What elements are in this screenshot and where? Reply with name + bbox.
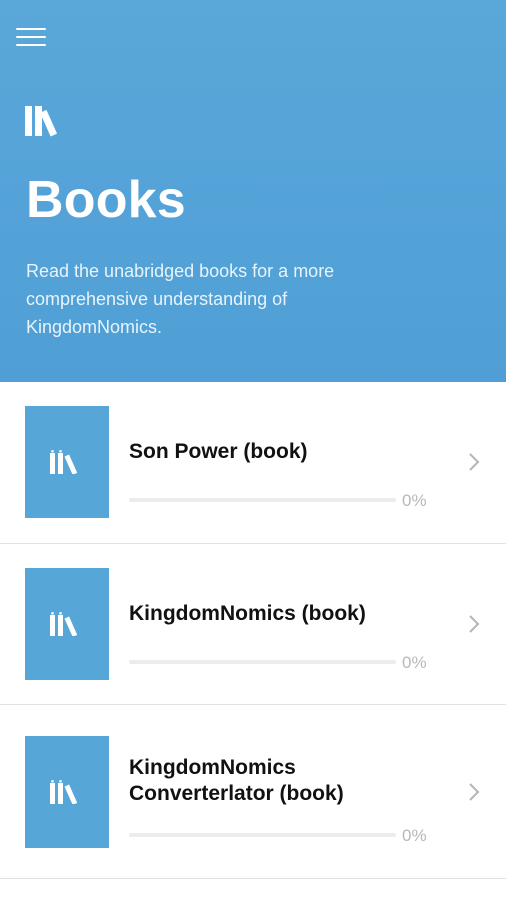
header-banner: Books Read the unabridged books for a mo… (0, 0, 506, 382)
books-icon (25, 106, 58, 137)
progress-label: 0% (402, 653, 427, 672)
books-icon (50, 612, 78, 636)
book-list-item[interactable]: KingdomNomics Converterlator (book) 0% (0, 705, 506, 879)
page-description: Read the unabridged books for a more com… (26, 261, 335, 337)
book-cover (25, 736, 109, 848)
progress-bar (129, 833, 396, 837)
book-cover (25, 406, 109, 518)
progress-bar (129, 660, 396, 664)
book-list-item[interactable]: KingdomNomics (book) 0% (0, 544, 506, 705)
book-title: KingdomNomics (book) (129, 602, 366, 625)
hamburger-menu-icon[interactable] (16, 28, 46, 48)
progress-label: 0% (402, 491, 427, 510)
book-list-item[interactable]: Son Power (book) 0% (0, 382, 506, 544)
chevron-right-icon (469, 615, 480, 633)
chevron-right-icon (469, 453, 480, 471)
chevron-right-icon (469, 783, 480, 801)
progress-bar (129, 498, 396, 502)
page-title: Books (26, 171, 186, 229)
progress-label: 0% (402, 826, 427, 845)
book-list: Son Power (book) 0% KingdomNomics (book)… (0, 382, 506, 879)
book-title: KingdomNomics Converterlator (book) (129, 756, 344, 805)
books-icon (50, 450, 78, 474)
books-icon (50, 780, 78, 804)
book-cover (25, 568, 109, 680)
book-title: Son Power (book) (129, 440, 308, 463)
